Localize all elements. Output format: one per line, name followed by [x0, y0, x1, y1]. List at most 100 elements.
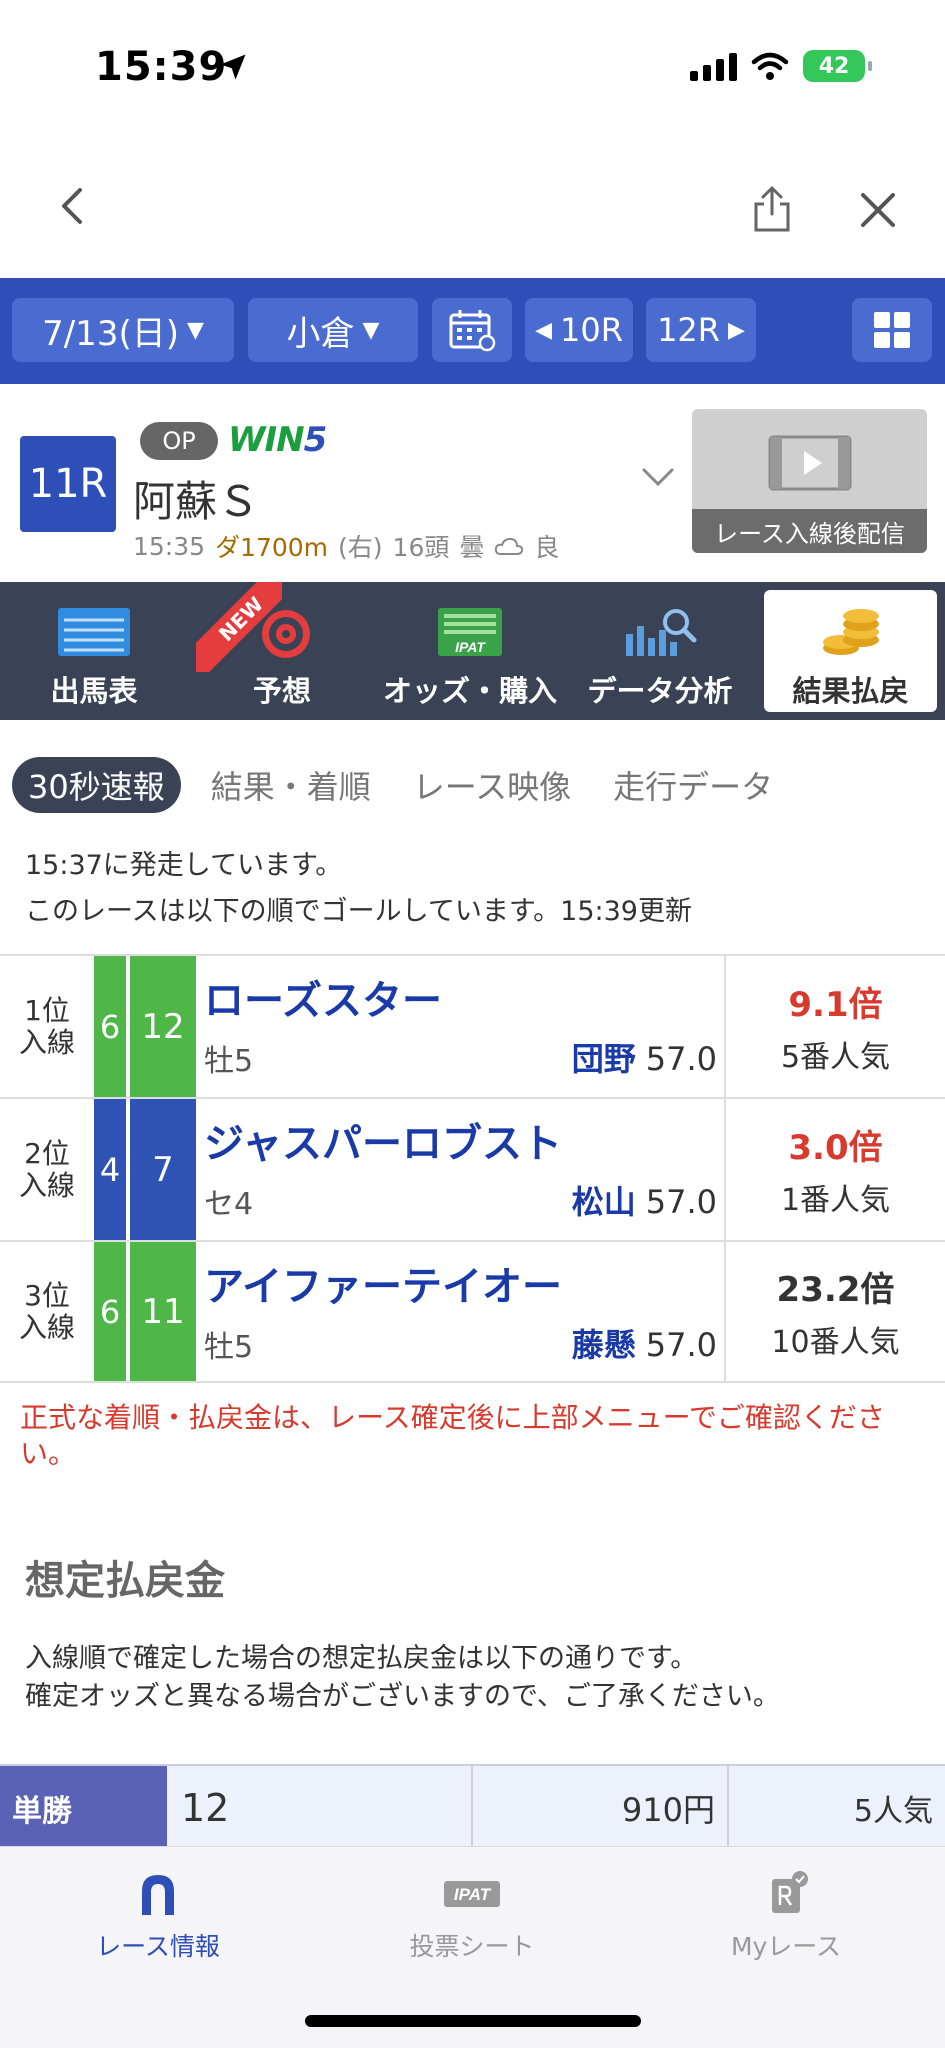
payout-section-title: 想定払戻金 — [25, 1558, 225, 1604]
prev-race-button[interactable]: ◀ 10R — [525, 298, 633, 362]
browser-toolbar — [0, 140, 945, 278]
win5-text: WIN — [228, 420, 305, 460]
tab-running-data[interactable]: 走行データ — [601, 757, 785, 813]
grade-badge: OP — [140, 422, 218, 460]
date-selector[interactable]: 7/13(日) ▼ — [12, 298, 234, 362]
sex-age: 牡5 — [204, 1044, 254, 1079]
next-race-label: 12R — [657, 311, 721, 349]
horse-name[interactable]: アイファーテイオー — [204, 1254, 562, 1312]
rank-position: 2位 — [24, 1136, 70, 1170]
venue-label: 小倉 — [286, 313, 355, 354]
horse-name[interactable]: ローズスター — [204, 968, 442, 1026]
payout-description: 入線順で確定した場合の想定払戻金は以下の通りです。 確定オッズと異なる場合がござ… — [25, 1640, 780, 1716]
rank-suffix: 入線 — [18, 1168, 75, 1202]
frame-number: 6 — [94, 956, 128, 1097]
notice-line-2: このレースは以下の順でゴールしています。15:39更新 — [25, 896, 692, 927]
odds-value: 3.0倍 — [788, 1128, 883, 1168]
calendar-button[interactable] — [432, 298, 512, 362]
coins-icon — [822, 609, 879, 655]
tab-my-race-label: Myレース — [730, 1932, 842, 1961]
horse-number: 11 — [130, 1242, 196, 1381]
caret-left-icon: ◀ — [535, 317, 552, 343]
caret-down-icon: ▼ — [362, 317, 380, 343]
grid-icon — [874, 312, 910, 348]
my-race-icon — [772, 1871, 808, 1913]
tab-bet-sheet[interactable]: IPAT 投票シート — [372, 1869, 572, 1963]
next-race-button[interactable]: 12R ▶ — [646, 298, 756, 362]
tab-my-race[interactable]: Myレース — [686, 1869, 886, 1963]
location-arrow-icon — [220, 54, 246, 80]
calendar-icon — [449, 310, 496, 352]
tab-race-info[interactable]: レース情報 — [58, 1869, 258, 1963]
caret-right-icon: ▶ — [728, 317, 745, 343]
table-row[interactable]: 1位 入線 6 12 ローズスター 牡5 団野 57.0 9.1倍 5番人気 — [0, 954, 945, 1097]
menu-odds-purchase[interactable]: IPAT オッズ・購入 — [380, 590, 560, 712]
race-direction: (右) — [338, 533, 383, 562]
prev-race-label: 10R — [559, 311, 623, 349]
new-badge: NEW — [196, 582, 282, 672]
tab-results-order[interactable]: 結果・着順 — [199, 757, 383, 813]
venue-selector[interactable]: 小倉 ▼ — [248, 298, 418, 362]
horse-name[interactable]: ジャスパーロブスト — [204, 1111, 562, 1169]
payout-amount: 910円 — [473, 1766, 729, 1850]
menu-race-card[interactable]: 出馬表 — [4, 590, 184, 712]
race-navigation: 7/13(日) ▼ 小倉 ▼ ◀ 10R 12R ▶ — [0, 278, 945, 384]
home-indicator[interactable] — [305, 2015, 641, 2027]
cloud-icon — [495, 537, 524, 555]
payout-popularity: 5人気 — [729, 1766, 945, 1850]
frame-number: 6 — [94, 1242, 128, 1381]
grid-menu-button[interactable] — [852, 298, 932, 362]
bet-type: 単勝 — [0, 1766, 167, 1850]
race-runners: 16頭 — [392, 533, 450, 562]
jockey-weight: 松山 57.0 — [572, 1177, 717, 1223]
carried-weight: 57.0 — [645, 1040, 717, 1078]
popularity: 5番人気 — [780, 1040, 891, 1075]
date-label: 7/13(日) — [42, 313, 179, 354]
rank-cell: 2位 入線 — [0, 1099, 94, 1240]
rank-cell: 3位 入線 — [0, 1242, 94, 1381]
race-number-badge: 11R — [20, 436, 116, 532]
rank-suffix: 入線 — [18, 1310, 75, 1344]
table-row[interactable]: 2位 入線 4 7 ジャスパーロブスト セ4 松山 57.0 3.0倍 1番人気 — [0, 1097, 945, 1240]
share-icon[interactable] — [752, 184, 792, 234]
close-icon[interactable] — [858, 190, 898, 230]
signal-icon — [690, 51, 737, 81]
horse-number: 12 — [130, 956, 196, 1097]
ipat-sheet-icon: IPAT — [444, 1881, 500, 1907]
sex-age: セ4 — [204, 1187, 254, 1222]
bet-combination: 12 — [167, 1766, 473, 1850]
results-table: 1位 入線 6 12 ローズスター 牡5 団野 57.0 9.1倍 5番人気 2位… — [0, 954, 945, 1383]
wifi-icon — [751, 52, 789, 80]
sex-age: 牡5 — [204, 1330, 254, 1365]
jockey-weight: 藤懸 57.0 — [572, 1320, 717, 1366]
svg-text:IPAT: IPAT — [455, 639, 486, 655]
tab-race-video[interactable]: レース映像 — [401, 757, 583, 813]
frame-number: 4 — [94, 1099, 128, 1240]
menu-results-payout[interactable]: 結果払戻 — [764, 590, 937, 712]
ipat-icon: IPAT — [438, 608, 502, 656]
status-indicators: 42 — [690, 50, 872, 82]
payout-row-win: 単勝 12 910円 5人気 — [0, 1764, 945, 1850]
race-card-icon — [58, 608, 130, 656]
ipat-icon-text: IPAT — [454, 1885, 492, 1904]
menu-results-label: 結果払戻 — [792, 674, 909, 708]
horseshoe-icon — [142, 1875, 174, 1915]
table-row[interactable]: 3位 入線 6 11 アイファーテイオー 牡5 藤懸 57.0 23.2倍 10番… — [0, 1240, 945, 1383]
menu-data-analysis[interactable]: データ分析 — [570, 590, 750, 712]
payout-desc-line-2: 確定オッズと異なる場合がございますので、ご了承ください。 — [25, 1681, 780, 1712]
chevron-down-icon[interactable] — [640, 462, 676, 492]
bottom-tab-bar: レース情報 IPAT 投票シート Myレース — [0, 1846, 945, 2048]
jockey-name[interactable]: 団野 — [572, 1040, 636, 1078]
menu-prediction-label: 予想 — [252, 674, 311, 708]
back-chevron-icon[interactable] — [52, 186, 92, 226]
jockey-name[interactable]: 松山 — [572, 1183, 636, 1221]
film-icon — [768, 435, 852, 491]
race-header: 11R OP WIN5 阿蘇Ｓ 15:35 ダ1700m (右) 16頭 曇 良… — [0, 384, 945, 582]
rank-cell: 1位 入線 — [0, 956, 94, 1097]
jockey-name[interactable]: 藤懸 — [572, 1326, 636, 1364]
race-video-thumbnail[interactable]: レース入線後配信 — [692, 409, 927, 553]
sub-tabs: 30秒速報 結果・着順 レース映像 走行データ — [0, 742, 945, 828]
tab-30sec-report[interactable]: 30秒速報 — [12, 757, 181, 813]
horse-number: 7 — [130, 1099, 196, 1240]
race-name: 阿蘇Ｓ — [133, 477, 260, 526]
